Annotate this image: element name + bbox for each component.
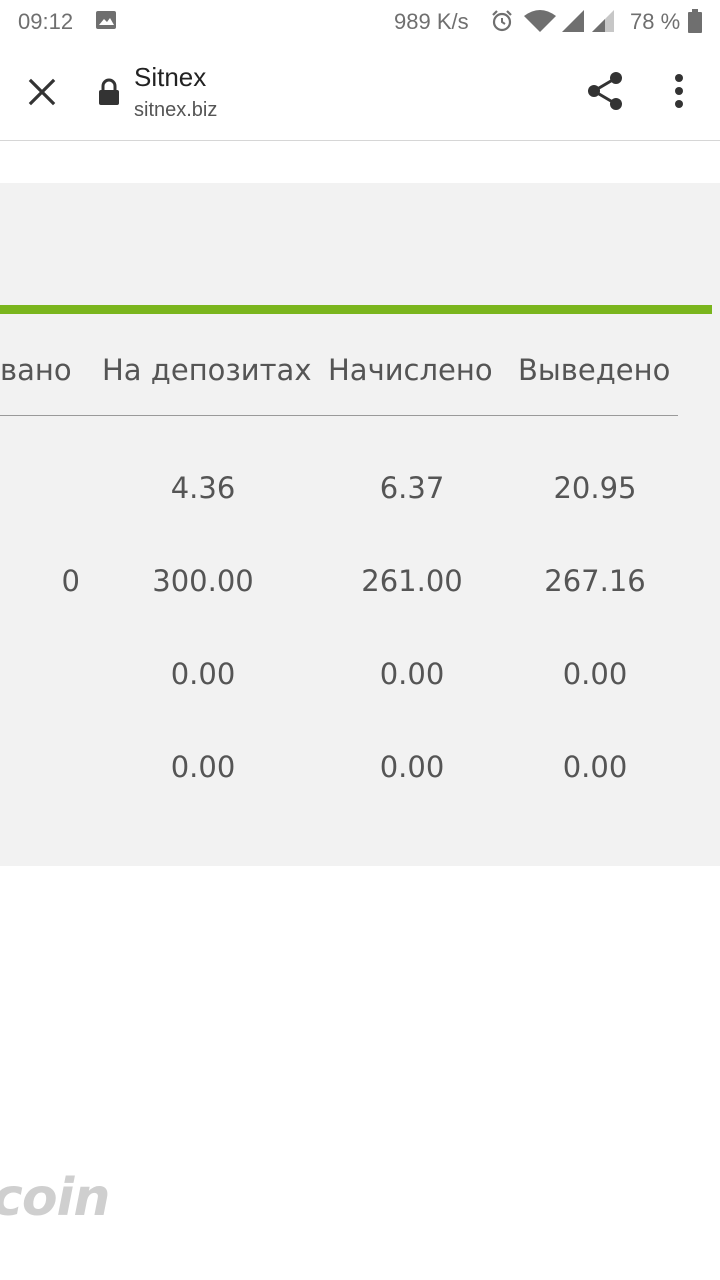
accent-bar (0, 305, 712, 314)
cell-withdrawn: 20.95 (553, 471, 637, 505)
close-icon[interactable] (22, 72, 62, 112)
footer-logo: coin (0, 1168, 110, 1228)
cell-accrued: 6.37 (379, 471, 445, 505)
signal-icon (592, 10, 614, 32)
image-icon (96, 11, 116, 29)
cell-accrued: 0.00 (379, 750, 445, 784)
header-divider (0, 415, 678, 416)
signal-icon (562, 10, 584, 32)
cell-accrued: 0.00 (379, 657, 445, 691)
battery-icon (688, 9, 702, 33)
cell-withdrawn: 267.16 (544, 564, 646, 598)
column-header: вано (0, 353, 72, 387)
cell-first: 0 (61, 564, 80, 598)
lock-icon (99, 78, 119, 105)
alarm-icon (492, 10, 512, 32)
cell-deposits: 0.00 (170, 750, 236, 784)
cell-accrued: 261.00 (361, 564, 463, 598)
cell-deposits: 0.00 (170, 657, 236, 691)
network-speed: 989 K/s (394, 9, 469, 34)
cell-withdrawn: 0.00 (562, 750, 628, 784)
column-header-accrued: Начислено (328, 353, 493, 387)
stats-panel: вано На депозитах Начислено Выведено 4.3… (0, 183, 720, 866)
column-header-withdrawn: Выведено (518, 353, 671, 387)
cell-deposits: 300.00 (152, 564, 254, 598)
share-icon[interactable] (584, 70, 626, 112)
column-header-deposits: На депозитах (102, 353, 312, 387)
page-url[interactable]: sitnex.biz (134, 99, 217, 122)
battery-percent: 78 % (630, 9, 681, 34)
page-title: Sitnex (134, 62, 207, 92)
status-time: 09:12 (18, 9, 74, 34)
wifi-icon (524, 10, 556, 32)
status-bar: 09:12 989 K/s 78 % (0, 0, 720, 44)
cell-withdrawn: 0.00 (562, 657, 628, 691)
cell-deposits: 4.36 (170, 471, 236, 505)
more-vert-icon[interactable] (664, 70, 694, 112)
custom-tab-toolbar: Sitnex sitnex.biz (0, 44, 720, 141)
